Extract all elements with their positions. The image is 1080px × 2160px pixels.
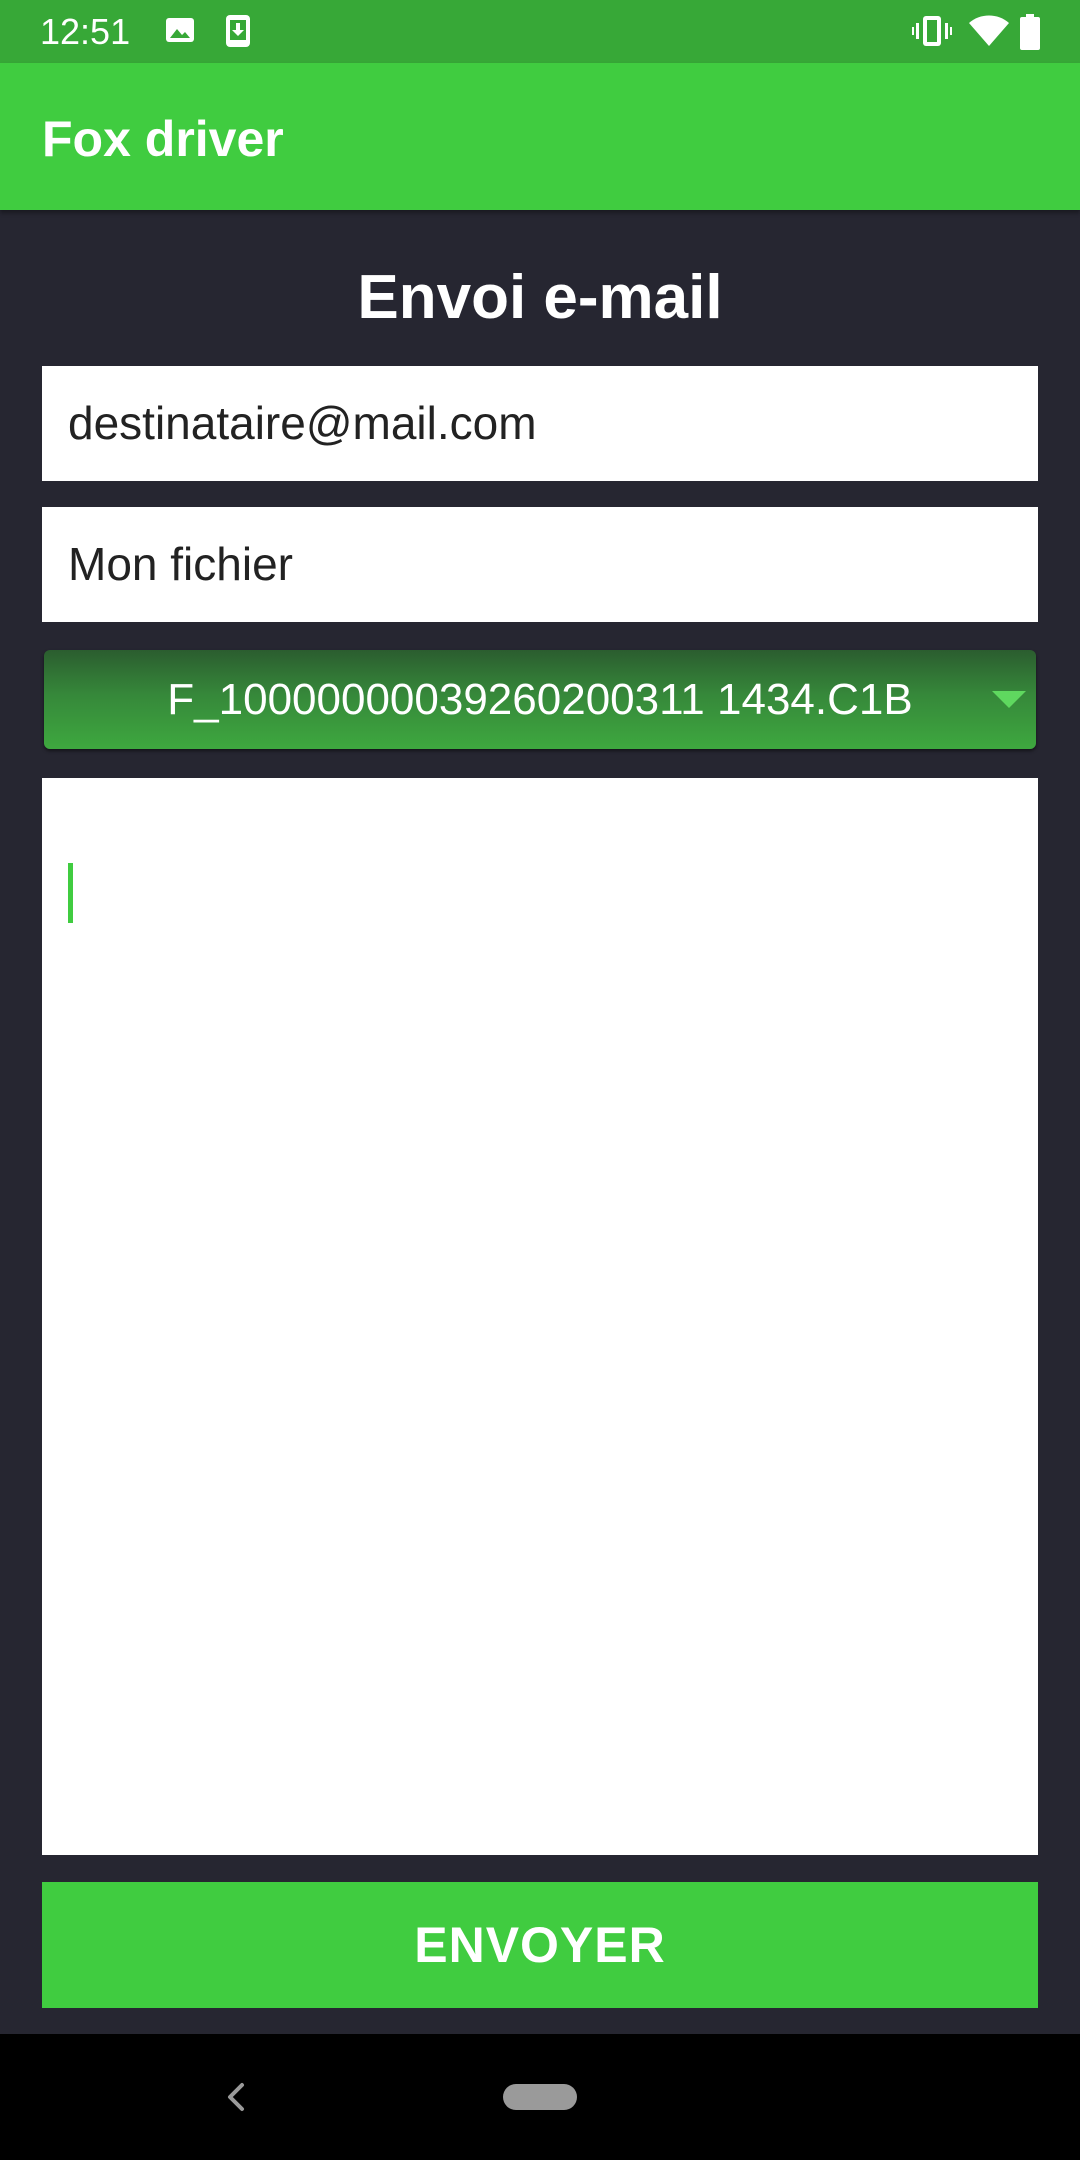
- screen: 12:51 Fox driver Envoi e-mail destinatai…: [0, 0, 1080, 2160]
- battery-icon: [1018, 14, 1042, 55]
- app-bar: Fox driver: [0, 63, 1080, 210]
- file-select-dropdown[interactable]: F_10000000039260200311 1434.C1B: [44, 650, 1036, 749]
- app-title: Fox driver: [42, 111, 284, 167]
- wifi-icon: [968, 14, 1010, 53]
- navigation-bar: [0, 2034, 1080, 2160]
- image-icon: [164, 14, 196, 51]
- page-title: Envoi e-mail: [357, 263, 723, 332]
- download-icon: [224, 14, 252, 53]
- vibrate-icon: [912, 14, 952, 53]
- message-body-field[interactable]: [42, 778, 1038, 1855]
- subject-field[interactable]: Mon fichier: [42, 507, 1038, 622]
- home-pill-icon[interactable]: [503, 2084, 577, 2110]
- status-time: 12:51: [40, 11, 131, 52]
- recipient-email-field[interactable]: destinataire@mail.com: [42, 366, 1038, 481]
- send-button[interactable]: ENVOYER: [42, 1882, 1038, 2008]
- file-select-value: F_10000000039260200311 1434.C1B: [167, 675, 913, 724]
- dropdown-arrow-icon: [992, 691, 1026, 708]
- back-icon[interactable]: [220, 2080, 254, 2114]
- status-bar: 12:51: [0, 0, 1080, 63]
- text-cursor: [68, 863, 73, 923]
